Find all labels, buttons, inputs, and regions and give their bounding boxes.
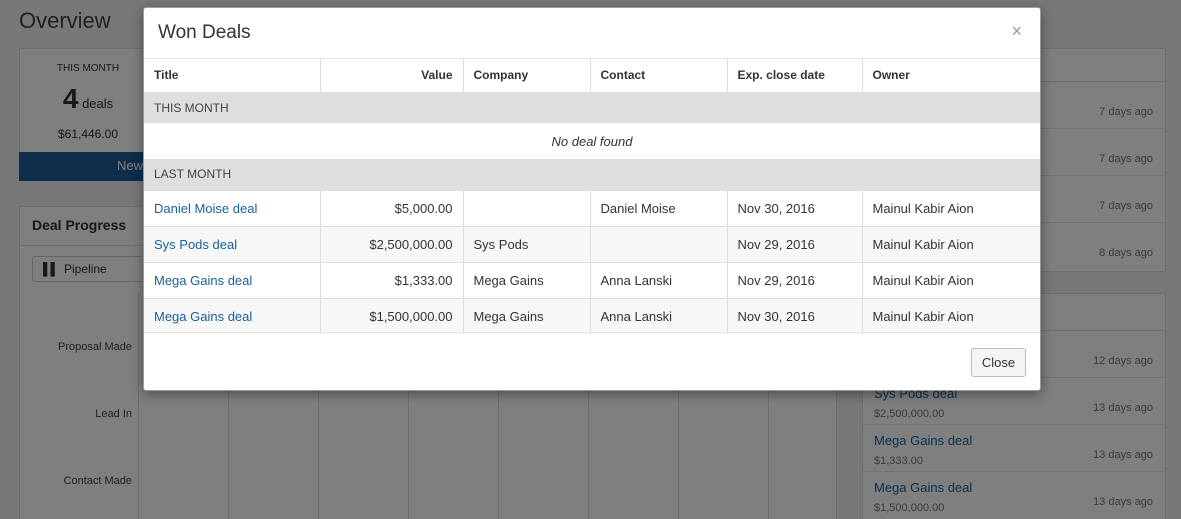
column-header-owner[interactable]: Owner <box>862 59 1040 93</box>
deal-owner: Mainul Kabir Aion <box>862 225 1040 262</box>
deal-company: Sys Pods <box>463 225 591 262</box>
deal-value: $2,500,000.00 <box>320 225 464 262</box>
column-header-value[interactable]: Value <box>320 59 464 93</box>
table-header-row: Title Value Company Contact Exp. close d… <box>144 59 1040 93</box>
deal-value: $1,333.00 <box>320 261 464 298</box>
deal-company: Mega Gains <box>463 297 591 334</box>
deal-owner: Mainul Kabir Aion <box>862 261 1040 298</box>
modal-title: Won Deals <box>158 22 251 43</box>
deal-owner: Mainul Kabir Aion <box>862 189 1040 226</box>
deal-close-date: Nov 30, 2016 <box>727 189 863 226</box>
empty-row: No deal found <box>144 123 1040 159</box>
modal-footer: Close <box>144 332 1040 390</box>
group-label: THIS MONTH <box>144 92 1040 123</box>
deal-title-link[interactable]: Daniel Moise deal <box>154 201 257 216</box>
table-row: Mega Gains deal $1,500,000.00 Mega Gains… <box>144 297 1040 334</box>
table-row: Sys Pods deal $2,500,000.00 Sys Pods Nov… <box>144 225 1040 262</box>
deal-company: Mega Gains <box>463 261 591 298</box>
empty-message: No deal found <box>551 133 633 149</box>
deal-value: $1,500,000.00 <box>320 297 464 334</box>
deal-owner: Mainul Kabir Aion <box>862 297 1040 334</box>
deal-title-link[interactable]: Sys Pods deal <box>154 237 237 252</box>
close-icon[interactable]: × <box>1011 21 1022 42</box>
deal-value: $5,000.00 <box>320 189 464 226</box>
column-header-title[interactable]: Title <box>144 59 321 93</box>
modal-header: Won Deals × <box>144 8 1040 59</box>
deal-contact: Daniel Moise <box>590 189 728 226</box>
deal-close-date: Nov 29, 2016 <box>727 261 863 298</box>
won-deals-table: Title Value Company Contact Exp. close d… <box>144 59 1040 334</box>
group-label: LAST MONTH <box>144 159 1040 190</box>
column-header-close-date[interactable]: Exp. close date <box>727 59 863 93</box>
group-row: LAST MONTH <box>144 159 1040 190</box>
close-button[interactable]: Close <box>971 348 1026 377</box>
deal-contact: Anna Lanski <box>590 261 728 298</box>
deal-title-link[interactable]: Mega Gains deal <box>154 273 252 288</box>
deal-close-date: Nov 30, 2016 <box>727 297 863 334</box>
table-row: Daniel Moise deal $5,000.00 Daniel Moise… <box>144 189 1040 226</box>
group-row: THIS MONTH <box>144 92 1040 123</box>
deal-contact <box>590 225 728 262</box>
deal-contact: Anna Lanski <box>590 297 728 334</box>
column-header-contact[interactable]: Contact <box>590 59 728 93</box>
deal-close-date: Nov 29, 2016 <box>727 225 863 262</box>
deal-company <box>463 189 591 226</box>
column-header-company[interactable]: Company <box>463 59 591 93</box>
table-row: Mega Gains deal $1,333.00 Mega Gains Ann… <box>144 261 1040 298</box>
deal-title-link[interactable]: Mega Gains deal <box>154 309 252 324</box>
won-deals-modal: Won Deals × Title Value Company Contact … <box>143 7 1041 391</box>
